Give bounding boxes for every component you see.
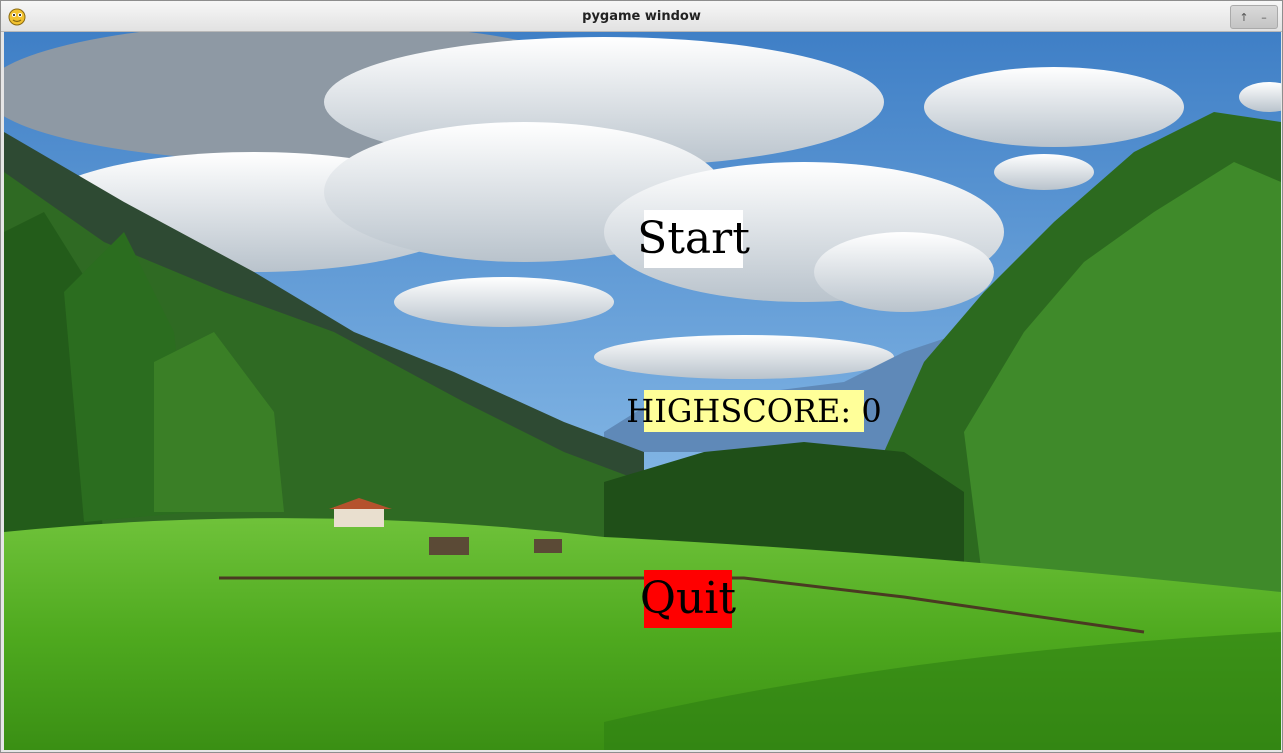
window-title: pygame window [582,9,701,24]
highscore-label: HIGHSCORE: 0 [626,390,882,432]
shade-icon[interactable]: ↑ [1235,6,1253,28]
quit-button[interactable]: Quit [640,570,736,628]
title-bar[interactable]: pygame window ↑ – [1,1,1282,32]
background-landscape-image [4,32,1281,750]
minimize-icon[interactable]: – [1255,6,1273,28]
window-controls: ↑ – [1230,5,1278,29]
game-canvas[interactable]: Start HIGHSCORE: 0 Quit [4,32,1281,750]
pygame-window: pygame window ↑ – Start HIGHSCORE: 0 Qui… [0,0,1283,753]
start-button[interactable]: Start [637,210,750,268]
